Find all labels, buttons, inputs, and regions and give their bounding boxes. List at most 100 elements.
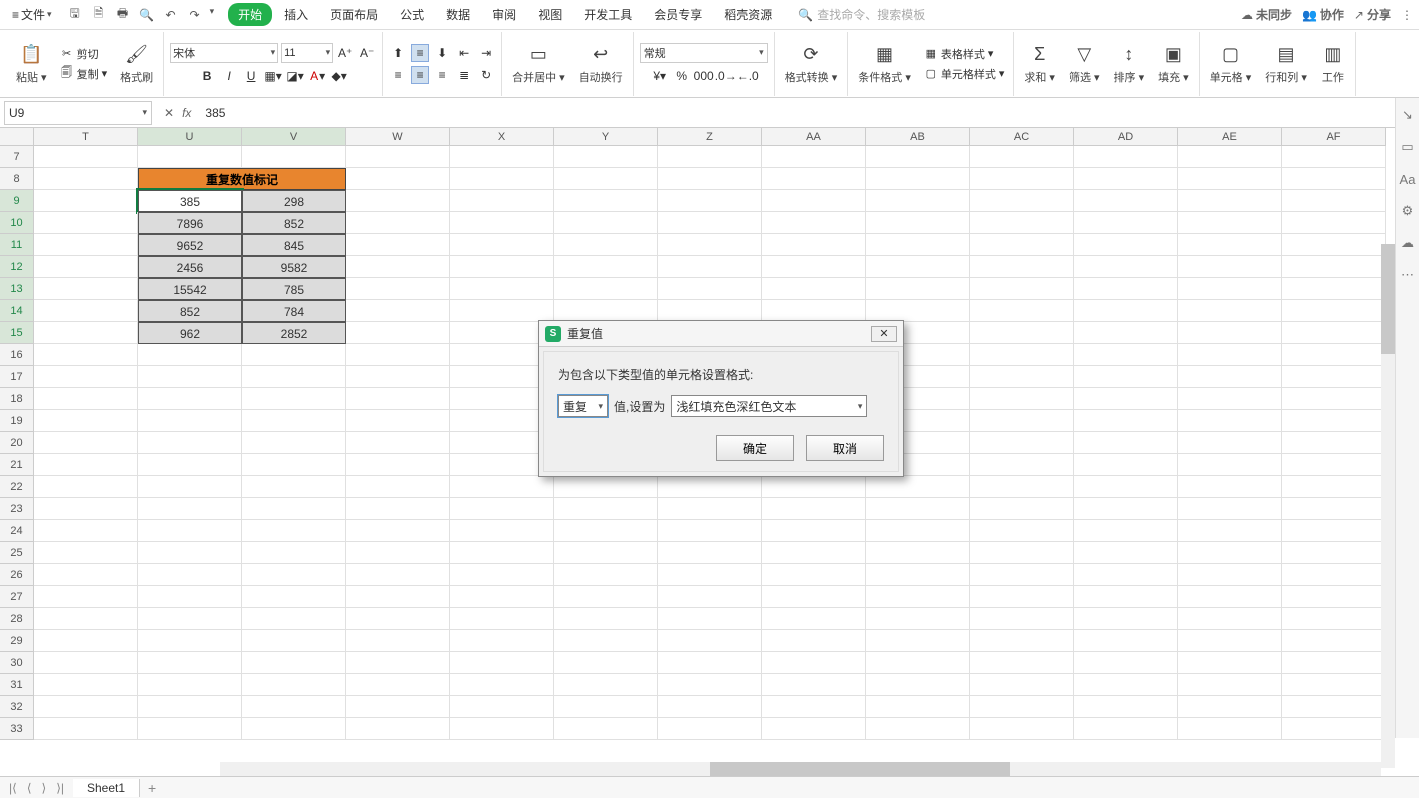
cell[interactable] — [762, 146, 866, 168]
cell[interactable]: 15542 — [138, 278, 242, 300]
cell[interactable] — [1074, 300, 1178, 322]
cell[interactable] — [242, 454, 346, 476]
cell[interactable] — [242, 630, 346, 652]
cell[interactable] — [1282, 322, 1386, 344]
cell[interactable] — [658, 608, 762, 630]
cell[interactable] — [242, 388, 346, 410]
cell[interactable] — [34, 146, 138, 168]
cell[interactable] — [138, 520, 242, 542]
cell[interactable] — [866, 652, 970, 674]
col-header[interactable]: W — [346, 128, 450, 146]
cell[interactable] — [762, 542, 866, 564]
cell[interactable] — [242, 652, 346, 674]
redo-icon[interactable]: ↷ — [186, 6, 204, 24]
cell[interactable] — [34, 234, 138, 256]
fx-icon[interactable]: fx — [182, 106, 191, 120]
cell[interactable] — [762, 586, 866, 608]
cell[interactable] — [762, 234, 866, 256]
row-header[interactable]: 8 — [0, 168, 34, 190]
cell[interactable] — [762, 696, 866, 718]
row-header[interactable]: 19 — [0, 410, 34, 432]
cell[interactable] — [34, 476, 138, 498]
cell[interactable] — [346, 300, 450, 322]
merge-center-button[interactable]: ▭合并居中 ▾ — [508, 41, 569, 87]
cell[interactable] — [970, 586, 1074, 608]
cell[interactable] — [762, 630, 866, 652]
cell[interactable] — [658, 256, 762, 278]
row-header[interactable]: 10 — [0, 212, 34, 234]
cell[interactable] — [34, 278, 138, 300]
cell[interactable] — [450, 718, 554, 740]
cell[interactable] — [866, 168, 970, 190]
row-header[interactable]: 23 — [0, 498, 34, 520]
cell[interactable] — [346, 410, 450, 432]
cell[interactable] — [658, 564, 762, 586]
add-sheet-button[interactable]: + — [140, 780, 164, 796]
row-header[interactable]: 9 — [0, 190, 34, 212]
cell[interactable]: 845 — [242, 234, 346, 256]
col-header[interactable]: AC — [970, 128, 1074, 146]
cell[interactable] — [346, 190, 450, 212]
row-header[interactable]: 32 — [0, 696, 34, 718]
col-header[interactable]: Z — [658, 128, 762, 146]
cell[interactable] — [242, 718, 346, 740]
cell[interactable] — [34, 542, 138, 564]
cell[interactable] — [1282, 520, 1386, 542]
cell[interactable] — [450, 476, 554, 498]
cell[interactable] — [1074, 212, 1178, 234]
cell[interactable] — [346, 432, 450, 454]
cell[interactable] — [762, 476, 866, 498]
cell[interactable] — [1282, 300, 1386, 322]
cell[interactable] — [450, 190, 554, 212]
cell[interactable] — [34, 454, 138, 476]
vertical-scrollbar[interactable] — [1381, 244, 1395, 768]
cell[interactable] — [970, 322, 1074, 344]
cell[interactable] — [1178, 652, 1282, 674]
sheet-nav-first-icon[interactable]: |⟨ — [6, 781, 20, 795]
cell[interactable] — [658, 476, 762, 498]
cell[interactable] — [658, 674, 762, 696]
menu-tab-6[interactable]: 视图 — [528, 3, 572, 26]
preview-icon[interactable]: 🔍 — [138, 6, 156, 24]
cell[interactable] — [138, 718, 242, 740]
cell[interactable] — [1074, 498, 1178, 520]
underline-icon[interactable]: U — [242, 67, 260, 85]
cell[interactable] — [1282, 190, 1386, 212]
align-right-icon[interactable]: ≡ — [433, 66, 451, 84]
row-header[interactable]: 15 — [0, 322, 34, 344]
align-center-icon[interactable]: ≡ — [411, 66, 429, 84]
cell[interactable] — [346, 322, 450, 344]
close-icon[interactable]: ✕ — [871, 326, 897, 342]
table-style-button[interactable]: ▦表格样式 ▾ — [921, 45, 1008, 63]
cell[interactable] — [762, 278, 866, 300]
cell[interactable] — [1282, 542, 1386, 564]
bold-icon[interactable]: B — [198, 67, 216, 85]
cell[interactable] — [658, 300, 762, 322]
cell[interactable] — [242, 696, 346, 718]
cell[interactable] — [242, 498, 346, 520]
increase-decimal-icon[interactable]: .0→ — [717, 67, 735, 85]
cell[interactable]: 785 — [242, 278, 346, 300]
worksheet-button[interactable]: ▥工作 — [1317, 41, 1349, 87]
cell[interactable] — [450, 234, 554, 256]
cell[interactable] — [34, 190, 138, 212]
rowcol-button[interactable]: ▤行和列 ▾ — [1261, 41, 1311, 87]
cell[interactable] — [138, 388, 242, 410]
cell[interactable] — [1074, 388, 1178, 410]
cell[interactable] — [242, 146, 346, 168]
cell[interactable] — [1178, 674, 1282, 696]
cell[interactable] — [1178, 718, 1282, 740]
cell[interactable] — [970, 300, 1074, 322]
cell[interactable] — [970, 542, 1074, 564]
cell[interactable] — [1282, 146, 1386, 168]
sheet-nav-last-icon[interactable]: ⟩| — [53, 781, 67, 795]
cell[interactable] — [450, 608, 554, 630]
cell[interactable] — [658, 630, 762, 652]
sort-button[interactable]: ↕排序 ▾ — [1110, 41, 1149, 87]
cell[interactable] — [346, 564, 450, 586]
cell[interactable] — [138, 476, 242, 498]
menu-tab-8[interactable]: 会员专享 — [644, 3, 712, 26]
cell[interactable] — [970, 718, 1074, 740]
number-format-select[interactable]: 常规▾ — [640, 43, 768, 63]
cell[interactable] — [1282, 234, 1386, 256]
